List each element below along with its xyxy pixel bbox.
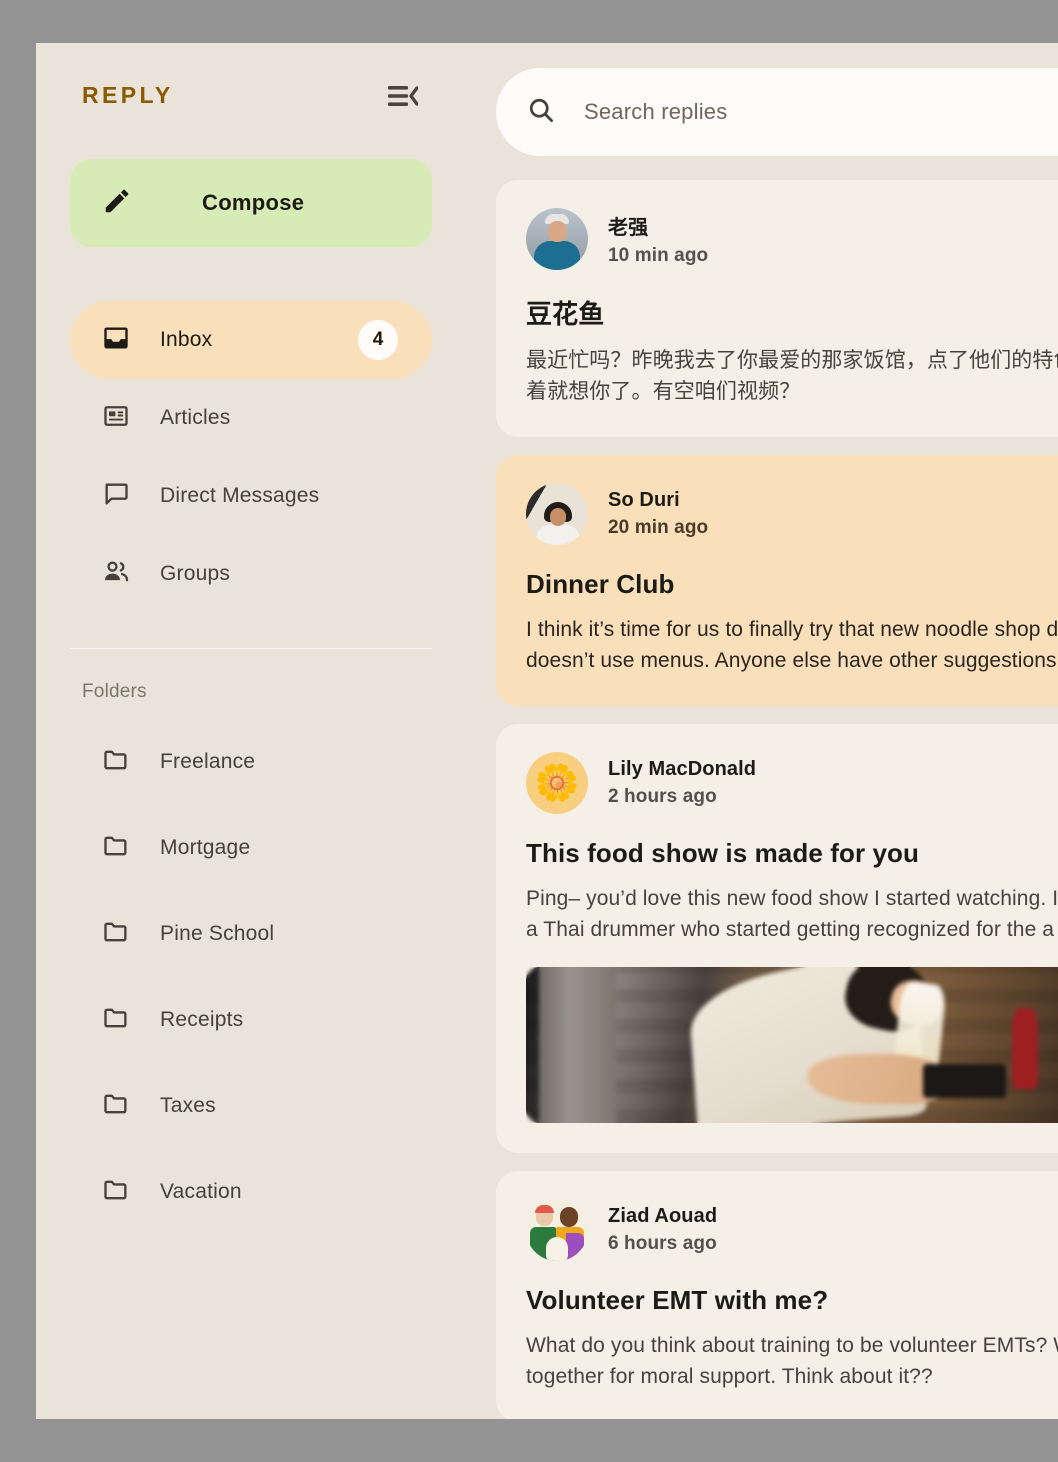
email-subject: 豆花鱼 [526,299,605,329]
sidebar-item-articles[interactable]: Articles [70,379,432,457]
sidebar: REPLY Compose Inbox 4 Articles Direct Me… [36,43,466,1419]
folder-list: Freelance Mortgage Pine School Receipts … [60,719,442,1235]
sidebar-header: REPLY [60,43,442,148]
folder-item-label: Receipts [160,1008,244,1031]
menu-open-icon[interactable] [386,79,420,113]
email-card[interactable]: 🌼 Lily MacDonald 2 hours ago This food s… [496,724,1058,1153]
sidebar-nav-list: Inbox 4 Articles Direct Messages Groups [60,301,442,613]
email-preview-line: 最近忙吗？昨晚我去了你最爱的那家饭馆，点了他们的特色 [526,349,1058,372]
email-card[interactable]: 老强 10 min ago 豆花鱼 最近忙吗？昨晚我去了你最爱的那家饭馆，点了他… [496,180,1058,437]
search-bar[interactable]: Search replies [496,68,1058,156]
compose-label: Compose [202,190,305,215]
app-window: REPLY Compose Inbox 4 Articles Direct Me… [36,43,1058,1419]
email-preview-line: Ping– you’d love this new food show I st… [526,887,1058,910]
folder-item-label: Vacation [160,1180,242,1203]
email-attachment-image[interactable] [526,967,1058,1123]
folder-icon [102,918,130,951]
sender-timestamp: 6 hours ago [608,1233,717,1254]
sidebar-item-label: Groups [160,562,231,585]
email-preview-line: doesn’t use menus. Anyone else have othe… [526,649,1057,672]
compose-button[interactable]: Compose [70,159,432,247]
folder-item-mortgage[interactable]: Mortgage [70,805,432,891]
flower-icon: 🌼 [534,762,580,803]
sender-name: 老强 [608,217,649,239]
email-preview-line: 着就想你了。有空咱们视频？ [526,380,801,403]
email-list: 老强 10 min ago 豆花鱼 最近忙吗？昨晚我去了你最爱的那家饭馆，点了他… [496,180,1058,1419]
avatar [526,208,588,270]
pencil-icon [102,186,132,221]
folder-icon [102,1176,130,1209]
sender-block: So Duri 20 min ago [608,489,708,539]
sidebar-item-label: Direct Messages [160,484,320,507]
folder-item-label: Taxes [160,1094,216,1117]
email-preview: What do you think about training to be v… [526,1330,1058,1392]
email-card[interactable]: Ziad Aouad 6 hours ago Volunteer EMT wit… [496,1171,1058,1419]
email-preview-line: together for moral support. Think about … [526,1365,933,1388]
folder-icon [102,832,130,865]
folders-section-label: Folders [82,681,147,702]
email-card-header: Ziad Aouad 6 hours ago [526,1199,1058,1261]
avatar [526,1199,588,1261]
folder-item-label: Pine School [160,922,275,945]
folder-item-freelance[interactable]: Freelance [70,719,432,805]
sidebar-divider [70,648,432,649]
email-preview: I think it’s time for us to finally try … [526,614,1058,676]
sender-timestamp: 20 min ago [608,517,709,538]
email-card-header: 老强 10 min ago [526,208,1058,270]
search-icon [526,95,556,130]
sidebar-item-direct-messages[interactable]: Direct Messages [70,457,432,535]
photo-blur-overlay [526,967,1058,1123]
folder-item-label: Freelance [160,750,256,773]
folder-item-receipts[interactable]: Receipts [70,977,432,1063]
sidebar-item-groups[interactable]: Groups [70,535,432,613]
inbox-icon [102,324,130,357]
inbox-unread-badge: 4 [358,320,398,360]
sender-block: Lily MacDonald 2 hours ago [608,758,756,808]
folder-icon [102,746,130,779]
sender-block: Ziad Aouad 6 hours ago [608,1205,717,1255]
people-icon [102,558,130,591]
folder-icon [102,1090,130,1123]
article-icon [102,402,130,435]
sender-timestamp: 2 hours ago [608,786,717,807]
sidebar-item-label: Articles [160,406,231,429]
folder-item-label: Mortgage [160,836,251,859]
sidebar-item-inbox[interactable]: Inbox 4 [70,301,432,379]
sidebar-item-label: Inbox [160,328,213,351]
chef-cooking-photo [526,967,1058,1123]
email-card-header: 🌼 Lily MacDonald 2 hours ago [526,752,1058,814]
sender-name: Lily MacDonald [608,758,757,780]
email-preview: Ping– you’d love this new food show I st… [526,883,1058,945]
folder-icon [102,1004,130,1037]
folder-item-vacation[interactable]: Vacation [70,1149,432,1235]
avatar: 🌼 [526,752,588,814]
email-preview-line: What do you think about training to be v… [526,1334,1058,1357]
email-preview-line: I think it’s time for us to finally try … [526,618,1058,641]
chat-bubble-icon [102,480,130,513]
sender-name: Ziad Aouad [608,1205,718,1227]
email-subject: Volunteer EMT with me? [526,1285,829,1315]
avatar [526,483,588,545]
search-input[interactable]: Search replies [584,99,727,125]
email-card[interactable]: So Duri 20 min ago Dinner Club I think i… [496,455,1058,706]
folder-item-taxes[interactable]: Taxes [70,1063,432,1149]
sender-block: 老强 10 min ago [608,211,708,267]
sender-name: So Duri [608,489,680,511]
app-brand-title: REPLY [82,82,174,108]
email-subject: Dinner Club [526,569,675,599]
email-subject: This food show is made for you [526,838,920,868]
email-preview-line: a Thai drummer who started getting recog… [526,918,1055,941]
email-card-header: So Duri 20 min ago [526,483,1058,545]
sender-timestamp: 10 min ago [608,245,709,266]
folder-item-pine-school[interactable]: Pine School [70,891,432,977]
email-list-panel: Search replies 老强 10 min ago 豆花鱼 最近忙吗？昨晚… [466,43,1058,1419]
email-preview: 最近忙吗？昨晚我去了你最爱的那家饭馆，点了他们的特色 着就想你了。有空咱们视频？ [526,345,1058,407]
